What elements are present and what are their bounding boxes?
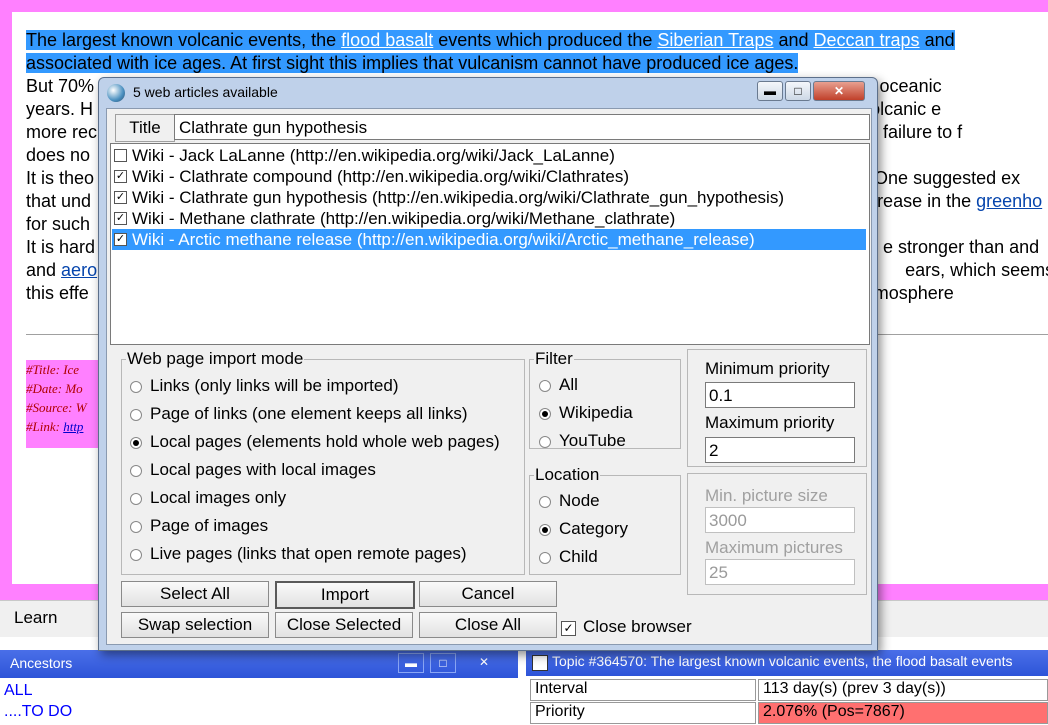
article-checkbox[interactable]: ✓ [114,170,127,183]
close-browser-label[interactable]: Close browser [583,617,692,637]
max-priority-label: Maximum priority [705,413,835,432]
minimize-button[interactable]: ▬ [757,81,783,101]
list-item[interactable]: ✓ Wiki - Clathrate compound (http://en.wi… [112,166,866,187]
learn-button[interactable]: Learn [14,608,57,628]
max-priority-input[interactable]: 2 [705,437,855,463]
import-mode-option-label: Local pages with local images [150,460,376,479]
close-all-button[interactable]: Close All [419,612,557,638]
radio-button[interactable] [539,408,551,420]
max-pictures-label: Maximum pictures [705,538,843,557]
table-row: Priority 2.076% (Pos=7867) [530,702,1048,725]
priority-label: Priority [530,702,756,724]
radio-button[interactable] [539,524,551,536]
ancestor-item[interactable]: ....TO DO [4,703,72,721]
radio-button[interactable] [130,521,142,533]
priority-value[interactable]: 2.076% (Pos=7867) [758,702,1048,724]
link-flood-basalt[interactable]: flood basalt [341,30,433,50]
import-mode-option-label: Page of links (one element keeps all lin… [150,404,468,423]
close-button[interactable]: ✕ [813,81,865,101]
meta-link-label: #Link: [26,419,64,434]
article-checkbox[interactable]: ✓ [114,233,127,246]
max-pictures-input[interactable]: 25 [705,559,855,585]
list-item[interactable]: Wiki - Jack LaLanne (http://en.wikipedia… [112,145,866,166]
dialog-titlebar: 5 web articles available [107,82,387,104]
web-import-dialog: 5 web articles available ▬ □ ✕ Title Cla… [98,77,878,651]
article-checkbox[interactable]: ✓ [114,212,127,225]
close-browser-checkbox[interactable]: ✓ [561,621,576,636]
highlighted-text: The largest known volcanic events, the f… [26,30,955,50]
article-title: Wiki - Arctic methane release (http://en… [132,230,755,249]
cancel-button[interactable]: Cancel [419,581,557,607]
filter-option-label: YouTube [559,431,626,450]
ancestors-titlebar: Ancestors ▬ □ ✕ [0,650,518,678]
radio-button[interactable] [130,493,142,505]
article-checkbox[interactable]: ✓ [114,191,127,204]
article-title: Wiki - Clathrate compound (http://en.wik… [132,167,629,186]
radio-button[interactable] [539,436,551,448]
select-all-button[interactable]: Select All [121,581,269,607]
dialog-client: Title Clathrate gun hypothesis Wiki - Ja… [106,108,872,645]
title-input[interactable]: Clathrate gun hypothesis [174,114,870,140]
article-title: Wiki - Methane clathrate (http://en.wiki… [132,209,676,228]
maximize-icon[interactable]: □ [430,653,456,673]
radio-button[interactable] [539,380,551,392]
radio-button[interactable] [130,409,142,421]
location-option-label: Node [559,491,600,510]
filter-option-label: All [559,375,578,394]
location-option-label: Category [559,519,628,538]
meta-link[interactable]: http [63,419,83,434]
ancestor-item[interactable]: ALL [4,682,32,700]
article-checkbox[interactable] [114,149,127,162]
maximize-button[interactable]: □ [785,81,811,101]
min-picture-input[interactable]: 3000 [705,507,855,533]
location-option-label: Child [559,547,598,566]
min-picture-label: Min. picture size [705,486,828,505]
dialog-title: 5 web articles available [133,84,278,100]
location-legend: Location [535,465,600,484]
topic-icon [532,655,548,671]
table-row: Interval 113 day(s) (prev 3 day(s)) [530,679,1048,702]
interval-value[interactable]: 113 day(s) (prev 3 day(s)) [758,679,1048,701]
list-item[interactable]: ✓ Wiki - Arctic methane release (http://e… [112,229,866,250]
min-priority-label: Minimum priority [705,359,830,378]
title-label: Title [115,114,175,142]
import-button[interactable]: Import [275,581,415,609]
article-title: Wiki - Jack LaLanne (http://en.wikipedia… [132,146,615,165]
link-greenhouse[interactable]: greenho [976,191,1042,211]
radio-button[interactable] [539,496,551,508]
min-priority-input[interactable]: 0.1 [705,382,855,408]
filter-option-label: Wikipedia [559,403,633,422]
import-mode-legend: Web page import mode [127,349,304,368]
ancestors-list: ALL ....TO DO [0,678,518,724]
import-mode-option-label: Local pages (elements hold whole web pag… [150,432,500,451]
close-selected-button[interactable]: Close Selected [275,612,413,638]
close-icon[interactable]: ✕ [472,653,496,671]
ancestors-title: Ancestors [10,655,73,671]
import-mode-option-label: Live pages (links that open remote pages… [150,544,467,563]
globe-icon [107,84,125,102]
minimize-icon[interactable]: ▬ [398,653,424,673]
article-list[interactable]: Wiki - Jack LaLanne (http://en.wikipedia… [110,143,870,345]
topic-titlebar: Topic #364570: The largest known volcani… [526,650,1048,676]
radio-button[interactable] [130,465,142,477]
radio-button[interactable] [539,552,551,564]
link-deccan-traps[interactable]: Deccan traps [814,30,920,50]
list-item[interactable]: ✓ Wiki - Clathrate gun hypothesis (http:/… [112,187,866,208]
list-item[interactable]: ✓ Wiki - Methane clathrate (http://en.wik… [112,208,866,229]
article-title: Wiki - Clathrate gun hypothesis (http://… [132,188,784,207]
radio-button[interactable] [130,549,142,561]
interval-label: Interval [530,679,756,701]
swap-selection-button[interactable]: Swap selection [121,612,269,638]
radio-button[interactable] [130,437,142,449]
topic-title: Topic #364570: The largest known volcani… [552,653,1013,669]
import-mode-option-label: Page of images [150,516,269,535]
radio-button[interactable] [130,381,142,393]
import-mode-option-label: Links (only links will be imported) [150,376,399,395]
link-siberian-traps[interactable]: Siberian Traps [657,30,773,50]
filter-legend: Filter [535,349,573,368]
link-aerosol[interactable]: aero [61,260,97,280]
import-mode-option-label: Local images only [150,488,287,507]
